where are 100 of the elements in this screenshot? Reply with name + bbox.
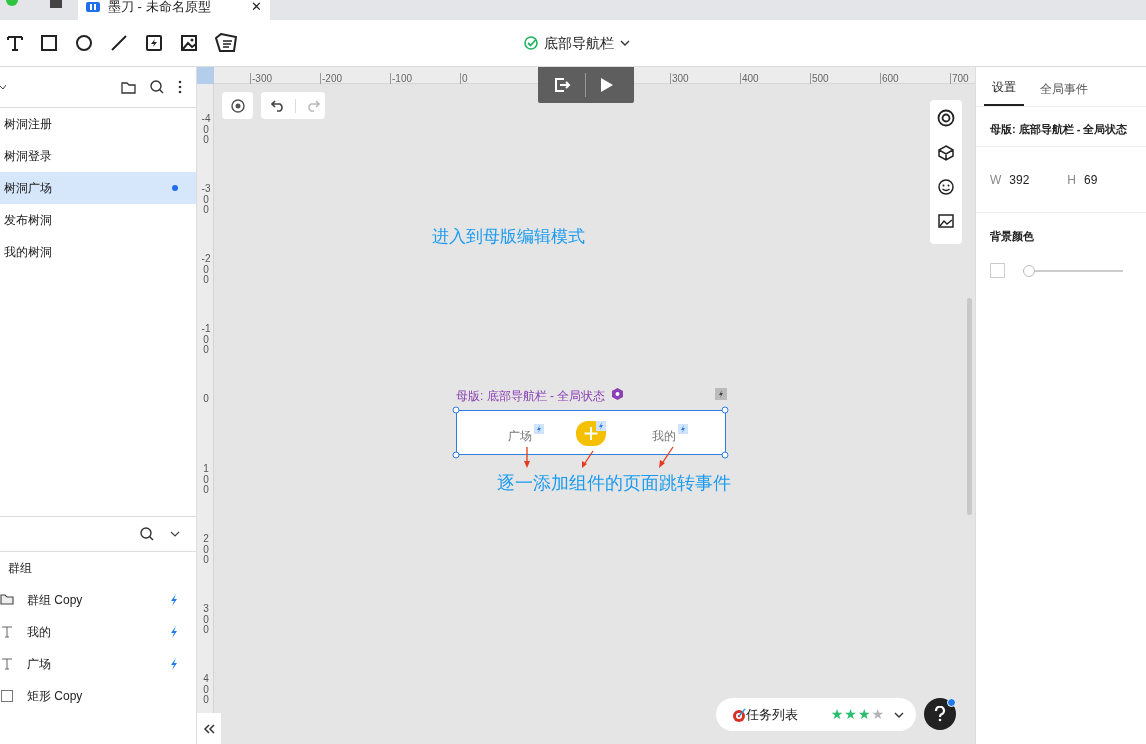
folder-icon[interactable] — [121, 80, 136, 94]
double-chevron-left-icon — [203, 723, 215, 734]
event-icon — [678, 424, 688, 434]
star-icon: ★ — [830, 704, 844, 725]
resize-handle[interactable] — [452, 406, 460, 414]
search-icon[interactable] — [140, 527, 154, 541]
notes-icon[interactable] — [214, 33, 238, 53]
rectangle-tool-icon[interactable] — [39, 34, 59, 52]
ruler-label: -200 — [322, 72, 342, 86]
search-icon[interactable] — [150, 80, 164, 94]
nav-item-label: 我的 — [652, 428, 676, 445]
ruler-label: -400 — [201, 114, 211, 146]
exit-icon[interactable] — [553, 76, 571, 94]
ruler-label: 200 — [202, 534, 210, 566]
more-icon[interactable] — [178, 80, 182, 94]
resize-handle[interactable] — [721, 451, 729, 459]
circle-tool-icon[interactable] — [74, 34, 94, 52]
event-icon — [534, 424, 544, 434]
star-icon: ★ — [871, 704, 884, 725]
panel-title: 母版: 底部导航栏 - 全局状态 — [990, 123, 1128, 135]
ruler-label: -300 — [252, 72, 272, 86]
ruler-label: 600 — [882, 72, 899, 86]
resize-handle[interactable] — [721, 406, 729, 414]
undo-icon[interactable] — [271, 99, 285, 112]
page-item[interactable]: 我的树洞 — [0, 236, 196, 268]
page-item[interactable]: 树洞广场 — [0, 172, 196, 204]
target-icon[interactable] — [937, 109, 955, 127]
arrow — [581, 450, 595, 469]
page-item[interactable]: 树洞注册 — [0, 108, 196, 140]
play-icon[interactable] — [600, 77, 614, 93]
image-tool-icon[interactable] — [179, 34, 199, 52]
arrow — [523, 447, 531, 469]
tab-title: 墨刀 - 未命名原型 — [108, 0, 212, 14]
event-icon[interactable] — [715, 388, 727, 400]
target-icon — [732, 707, 746, 722]
panel-tab[interactable]: 设置 — [984, 66, 1024, 106]
width-field[interactable]: 392 — [1009, 170, 1068, 189]
nav-item-label: 广场 — [508, 428, 532, 445]
ruler-label: 300 — [202, 604, 210, 636]
master-icon — [612, 388, 623, 400]
question-mark-icon — [934, 706, 946, 722]
ruler-label: 500 — [812, 72, 829, 86]
panel-tab[interactable]: 全局事件 — [1032, 68, 1096, 106]
chevron-icon[interactable] — [0, 84, 6, 90]
page-selector[interactable]: 底部导航栏 — [524, 32, 630, 54]
lightning-tool-icon[interactable] — [144, 34, 164, 52]
page-title: 底部导航栏 — [544, 33, 614, 53]
height-label: H — [1067, 171, 1076, 189]
layer-item[interactable]: 我的 — [27, 623, 170, 641]
height-field[interactable]: 69 — [1084, 170, 1098, 189]
arrow — [658, 446, 674, 469]
ruler-label: -100 — [392, 72, 412, 86]
ruler-label: 0 — [202, 394, 210, 405]
browser-tab[interactable]: 墨刀 - 未命名原型 ✕ — [78, 0, 270, 20]
target-button[interactable] — [222, 92, 253, 119]
master-label: 母版: 底部导航栏 - 全局状态 — [456, 388, 606, 405]
text-layer-icon — [0, 657, 14, 671]
chevron-down-icon — [894, 710, 904, 719]
page-item[interactable]: 树洞登录 — [0, 140, 196, 172]
check-circle-icon — [524, 36, 538, 50]
color-swatch[interactable] — [990, 263, 1005, 278]
close-icon[interactable]: ✕ — [251, 0, 262, 17]
ruler-label: 300 — [672, 72, 689, 86]
cube-icon[interactable] — [938, 145, 954, 161]
layer-group-title[interactable]: 群组 — [8, 559, 32, 577]
scrollbar[interactable] — [967, 298, 972, 515]
help-button[interactable] — [924, 698, 956, 730]
layer-item[interactable]: 广场 — [27, 655, 170, 673]
layer-item[interactable]: 矩形 Copy — [27, 687, 196, 705]
ruler-label: 400 — [202, 674, 210, 706]
layer-item[interactable]: 群组 Copy — [27, 591, 170, 609]
width-label: W — [990, 171, 1002, 189]
background-color-label: 背景颜色 — [990, 230, 1034, 242]
ruler-label: 0 — [462, 72, 468, 86]
annotation-text: 逐一添加组件的页面跳转事件 — [497, 472, 731, 495]
collapse-button[interactable] — [197, 713, 221, 744]
app-icon — [86, 2, 100, 12]
smiley-icon[interactable] — [938, 179, 954, 195]
ruler-label: -100 — [201, 324, 211, 356]
task-list-widget[interactable]: 任务列表 ★★★★ — [716, 698, 916, 731]
resize-handle[interactable] — [452, 451, 460, 459]
current-page-dot — [172, 185, 178, 191]
ruler-label: 700 — [952, 72, 969, 86]
ruler-corner — [197, 67, 214, 84]
ruler-label: 100 — [202, 464, 210, 496]
text-tool-icon[interactable] — [6, 34, 24, 52]
target-icon — [230, 98, 245, 113]
chevron-down-icon — [620, 39, 630, 47]
page-item[interactable]: 发布树洞 — [0, 204, 196, 236]
ruler-label: -300 — [201, 184, 211, 216]
annotation-text: 进入到母版编辑模式 — [432, 226, 585, 248]
event-icon — [596, 421, 606, 431]
chevron-down-icon[interactable] — [170, 530, 180, 538]
text-layer-icon — [0, 625, 14, 639]
image-icon[interactable] — [938, 213, 954, 229]
ruler-label: 400 — [742, 72, 759, 86]
line-tool-icon[interactable] — [109, 34, 129, 52]
task-list-label: 任务列表 — [746, 705, 798, 724]
nav-bar-component[interactable] — [456, 410, 726, 455]
rectangle-icon — [0, 689, 14, 703]
